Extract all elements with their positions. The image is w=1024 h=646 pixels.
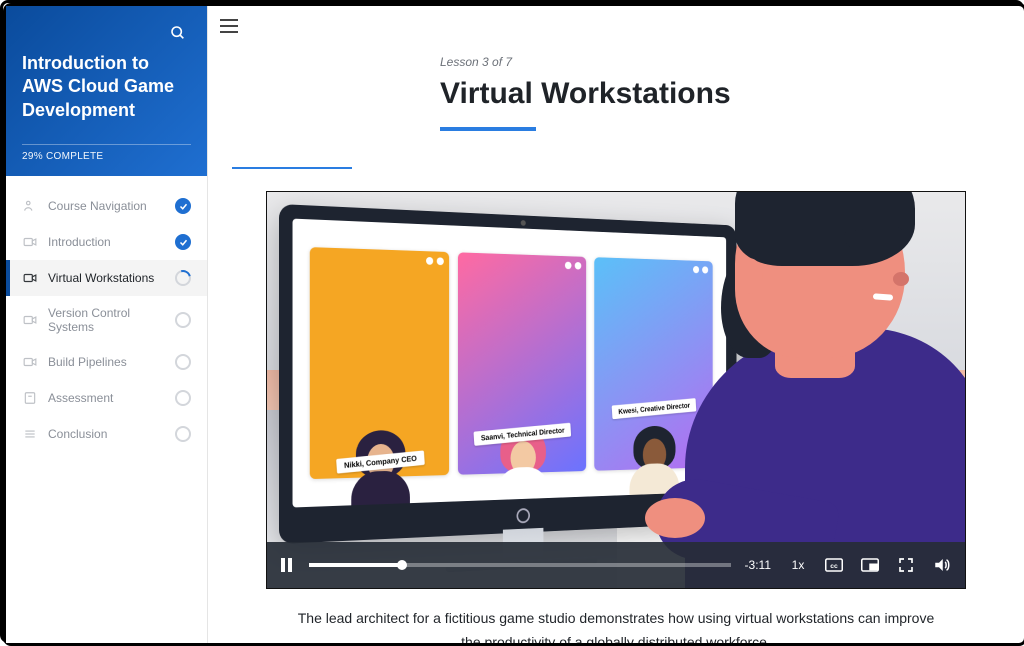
sidebar-item-label: Introduction [48,235,175,249]
sidebar-item-course-navigation[interactable]: Course Navigation [6,188,207,224]
video-icon [22,270,38,286]
status-todo-icon [175,312,191,328]
sidebar-item-virtual-workstations[interactable]: Virtual Workstations [6,260,207,296]
status-todo-icon [175,390,191,406]
topbar [208,6,1024,47]
seek-knob[interactable] [397,560,407,570]
status-partial-icon [175,270,191,286]
sidebar-item-version-control[interactable]: Version Control Systems [6,296,207,344]
video-caption: The lead architect for a fictitious game… [296,607,936,643]
sidebar-item-assessment[interactable]: Assessment [6,380,207,416]
sidebar: Introduction to AWS Cloud Game Developme… [6,6,208,643]
time-remaining: -3:11 [745,558,771,572]
main-content: Lesson 3 of 7 Virtual Workstations Nikki… [208,6,1024,643]
seek-fill [309,563,402,567]
progress-label: 29% COMPLETE [22,151,191,162]
fullscreen-button[interactable] [897,556,915,574]
search-button[interactable] [165,20,191,46]
participant-card: Nikki, Company CEO [310,247,449,479]
captions-button[interactable]: cc [825,556,843,574]
pip-icon [861,558,879,572]
status-done-icon [175,234,191,250]
app-root: Introduction to AWS Cloud Game Developme… [6,6,1024,643]
cc-icon: cc [825,558,843,572]
course-title: Introduction to AWS Cloud Game Developme… [22,52,191,122]
sidebar-item-label: Course Navigation [48,199,175,213]
video-icon [22,354,38,370]
lesson-list: Course Navigation Introduction Virtual W… [6,176,207,452]
participant-card: Saanvi, Technical Director [458,252,586,474]
sidebar-header: Introduction to AWS Cloud Game Developme… [6,6,207,176]
sidebar-item-build-pipelines[interactable]: Build Pipelines [6,344,207,380]
participant-name-tag: Kwesi, Creative Director [612,398,697,419]
menu-toggle-button[interactable] [220,14,244,38]
status-done-icon [175,198,191,214]
scroll-progress-bar [232,167,352,169]
status-todo-icon [175,354,191,370]
fullscreen-icon [898,557,914,573]
svg-text:cc: cc [830,563,838,570]
lesson-content: Lesson 3 of 7 Virtual Workstations Nikki… [208,47,1024,643]
hamburger-icon [220,19,238,21]
sidebar-item-label: Version Control Systems [48,306,175,334]
sidebar-item-label: Virtual Workstations [48,271,175,285]
search-icon [170,25,186,41]
sidebar-item-label: Build Pipelines [48,355,175,369]
video-controls: -3:11 1x cc [267,542,965,588]
lesson-title: Virtual Workstations [440,77,1000,111]
sidebar-item-introduction[interactable]: Introduction [6,224,207,260]
video-icon [22,234,38,250]
video-player[interactable]: Nikki, Company CEO Saanvi, Technical Dir… [266,191,966,589]
sidebar-item-label: Assessment [48,391,175,405]
seek-bar[interactable] [309,563,731,567]
list-icon [22,426,38,442]
volume-button[interactable] [933,556,951,574]
sidebar-item-label: Conclusion [48,427,175,441]
volume-icon [933,556,951,574]
nav-icon [22,198,38,214]
pause-button[interactable] [281,558,295,572]
pip-button[interactable] [861,556,879,574]
lesson-meta: Lesson 3 of 7 [440,55,1000,69]
divider [22,144,191,145]
sidebar-item-conclusion[interactable]: Conclusion [6,416,207,452]
playback-speed-button[interactable]: 1x [789,556,807,574]
video-icon [22,312,38,328]
title-underline [440,127,536,131]
quiz-icon [22,390,38,406]
status-todo-icon [175,426,191,442]
